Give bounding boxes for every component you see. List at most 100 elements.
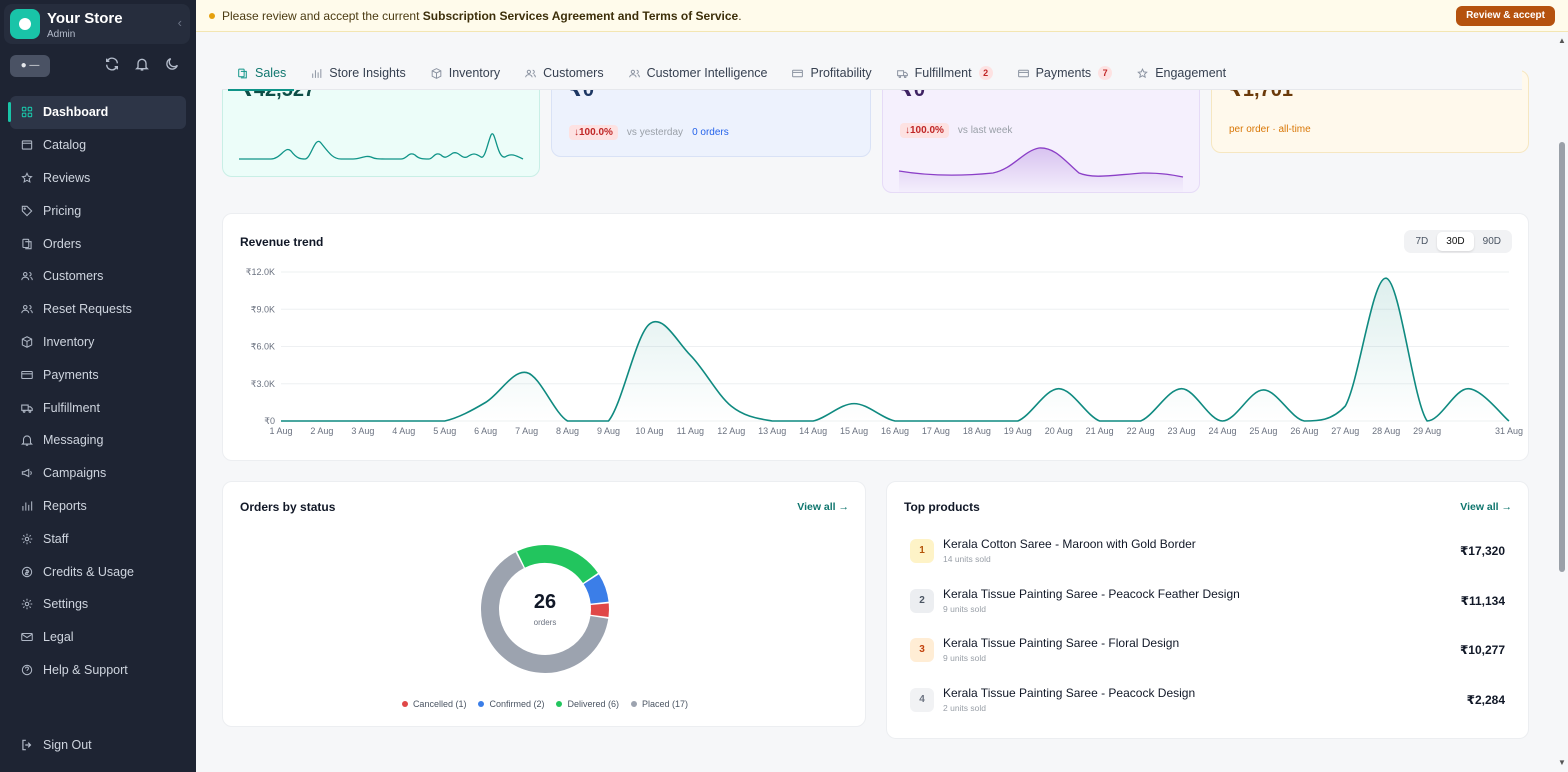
notifications-bell-icon[interactable] (134, 56, 150, 72)
revenue-point[interactable] (810, 418, 816, 424)
revenue-point[interactable] (892, 418, 898, 424)
sidebar-item-label: Pricing (43, 203, 82, 218)
review-accept-button[interactable]: Review & accept (1456, 6, 1555, 26)
revenue-point[interactable] (483, 399, 489, 405)
scroll-down-arrow-icon[interactable]: ▼ (1558, 758, 1566, 767)
sidebar-item-reviews[interactable]: Reviews (10, 162, 186, 195)
revenue-point[interactable] (1179, 386, 1185, 392)
product-row[interactable]: 1 Kerala Cotton Saree - Maroon with Gold … (910, 531, 1508, 571)
sidebar-item-label: Credits & Usage (43, 564, 135, 579)
product-row[interactable]: 4 Kerala Tissue Painting Saree - Peacock … (910, 680, 1508, 720)
tab-sales[interactable]: Sales (224, 57, 298, 91)
x-tick-label: 4 Aug (392, 426, 415, 436)
revenue-point[interactable] (401, 418, 407, 424)
sidebar: Your Store Admin ‹ ● — Dashboard Catalog R… (0, 0, 196, 772)
coin-icon (21, 566, 33, 577)
y-tick-label: ₹3.0K (251, 379, 275, 389)
users-icon (628, 69, 640, 77)
product-row[interactable]: 2 Kerala Tissue Painting Saree - Peacock … (910, 581, 1508, 621)
tab-label: Engagement (1155, 66, 1227, 80)
revenue-point[interactable] (1424, 418, 1430, 424)
box-icon (21, 336, 33, 348)
revenue-point[interactable] (728, 403, 734, 409)
sidebar-item-catalog[interactable]: Catalog (10, 129, 186, 162)
revenue-point[interactable] (933, 418, 939, 424)
tab-payments[interactable]: Payments 7 (1005, 57, 1125, 90)
revenue-point[interactable] (1097, 418, 1103, 424)
dark-mode-moon-icon[interactable] (164, 56, 180, 72)
store-switcher[interactable]: Your Store Admin ‹ (4, 4, 190, 44)
tab-engagement[interactable]: Engagement (1124, 57, 1238, 90)
help-icon (21, 664, 33, 676)
tab-store-insights[interactable]: Store Insights (298, 57, 417, 90)
revenue-point[interactable] (442, 418, 448, 424)
revenue-point[interactable] (605, 418, 611, 424)
revenue-point[interactable] (1383, 275, 1389, 281)
donut-segment-delivered[interactable] (517, 545, 598, 584)
revenue-point[interactable] (524, 370, 530, 376)
revenue-point[interactable] (687, 352, 693, 358)
revenue-point[interactable] (1219, 418, 1225, 424)
tab-profitability[interactable]: Profitability (779, 57, 883, 90)
x-tick-label: 17 Aug (922, 426, 950, 436)
store-name: Your Store (47, 10, 123, 27)
tab-label: Inventory (448, 66, 501, 80)
revenue-point[interactable] (646, 321, 652, 327)
product-rank: 1 (910, 539, 934, 563)
collapse-sidebar-icon[interactable]: ‹ (178, 15, 182, 30)
kpi-today-orders-link[interactable]: 0 orders (692, 127, 729, 138)
revenue-point[interactable] (769, 418, 775, 424)
sidebar-item-label: Settings (43, 597, 89, 612)
product-row[interactable]: 3 Kerala Tissue Painting Saree - Floral D… (910, 630, 1508, 670)
orders-view-all-link[interactable]: View all → (797, 501, 849, 513)
sign-out-button[interactable]: Sign Out (20, 738, 92, 752)
tab-customer-intelligence[interactable]: Customer Intelligence (616, 57, 780, 90)
sidebar-item-payments[interactable]: Payments (10, 358, 186, 391)
sidebar-item-inventory[interactable]: Inventory (10, 326, 186, 359)
sidebar-item-legal[interactable]: Legal (10, 621, 186, 654)
revenue-point[interactable] (1301, 418, 1307, 424)
scroll-up-arrow-icon[interactable]: ▲ (1558, 36, 1566, 45)
revenue-point[interactable] (1056, 386, 1062, 392)
sidebar-item-reset-requests[interactable]: Reset Requests (10, 293, 186, 326)
sidebar-item-pricing[interactable]: Pricing (10, 194, 186, 227)
revenue-point[interactable] (1138, 418, 1144, 424)
sidebar-item-help-support[interactable]: Help & Support (10, 654, 186, 687)
revenue-point[interactable] (565, 418, 571, 424)
sidebar-item-messaging[interactable]: Messaging (10, 424, 186, 457)
tab-inventory[interactable]: Inventory (418, 57, 512, 90)
revenue-point[interactable] (851, 401, 857, 407)
revenue-point[interactable] (1260, 387, 1266, 393)
range-90d-button[interactable]: 90D (1474, 232, 1510, 251)
range-30d-button[interactable]: 30D (1437, 232, 1474, 251)
products-view-all-link[interactable]: View all → (1460, 501, 1512, 513)
sidebar-item-label: Staff (43, 531, 69, 546)
page-scrollbar[interactable]: ▲ ▼ (1556, 32, 1568, 772)
product-revenue: ₹10,277 (1459, 643, 1505, 657)
sidebar-item-fulfillment[interactable]: Fulfillment (10, 391, 186, 424)
sidebar-item-staff[interactable]: Staff (10, 522, 186, 555)
scroll-thumb[interactable] (1559, 142, 1565, 572)
revenue-point[interactable] (1015, 418, 1021, 424)
range-7d-button[interactable]: 7D (1406, 232, 1437, 251)
revenue-point[interactable] (974, 418, 980, 424)
sidebar-item-reports[interactable]: Reports (10, 490, 186, 523)
tab-fulfillment[interactable]: Fulfillment 2 (884, 57, 1005, 90)
status-toggle[interactable]: ● — (10, 55, 50, 77)
sidebar-item-dashboard[interactable]: Dashboard (8, 96, 186, 129)
revenue-point[interactable] (319, 418, 325, 424)
tab-customers[interactable]: Customers (512, 57, 615, 90)
sidebar-item-campaigns[interactable]: Campaigns (10, 457, 186, 490)
revenue-point[interactable] (1465, 386, 1471, 392)
sidebar-item-customers[interactable]: Customers (10, 260, 186, 293)
revenue-point[interactable] (1506, 418, 1512, 424)
revenue-point[interactable] (1342, 403, 1348, 409)
sidebar-item-settings[interactable]: Settings (10, 588, 186, 621)
megaphone-icon (21, 468, 32, 478)
revenue-point[interactable] (278, 418, 284, 424)
sidebar-item-orders[interactable]: Orders (10, 227, 186, 260)
revenue-point[interactable] (360, 418, 366, 424)
legend-item: Confirmed (2) (478, 699, 544, 709)
refresh-icon[interactable] (104, 56, 120, 72)
sidebar-item-credits-usage[interactable]: Credits & Usage (10, 555, 186, 588)
